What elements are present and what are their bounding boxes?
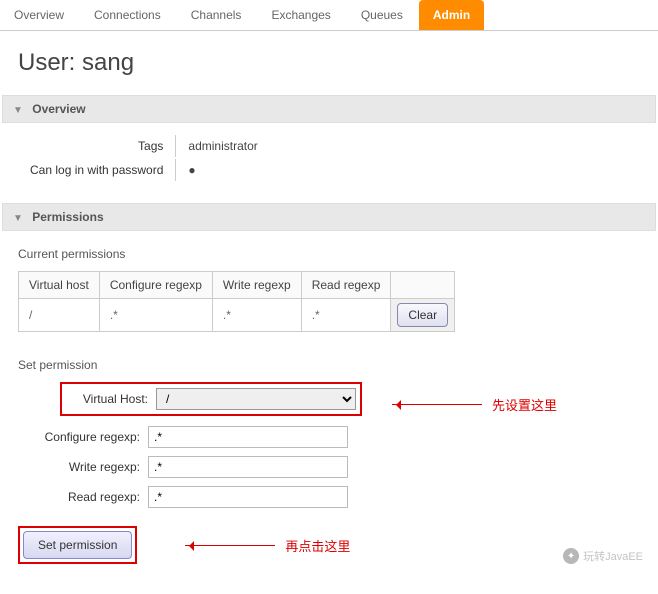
arrow-icon — [185, 545, 275, 546]
overview-info-table: Tags administrator Can log in with passw… — [18, 133, 270, 183]
configure-label: Configure regexp: — [18, 430, 148, 444]
write-input[interactable] — [148, 456, 348, 478]
table-row: / .* .* .* Clear — [19, 299, 455, 332]
cell-read: .* — [301, 299, 391, 332]
col-write: Write regexp — [212, 272, 301, 299]
chevron-down-icon: ▼ — [13, 213, 23, 224]
tab-admin[interactable]: Admin — [419, 0, 484, 30]
section-permissions-header[interactable]: ▼ Permissions — [2, 203, 656, 231]
col-read: Read regexp — [301, 272, 391, 299]
tab-connections[interactable]: Connections — [80, 0, 175, 30]
annotation-first: 先设置这里 — [392, 395, 557, 414]
vhost-label: Virtual Host: — [66, 392, 156, 406]
main-tabs: Overview Connections Channels Exchanges … — [0, 0, 658, 31]
section-overview-header[interactable]: ▼ Overview — [2, 95, 656, 123]
vhost-select[interactable]: / — [156, 388, 356, 410]
watermark: ✦ 玩转JavaEE — [563, 548, 643, 564]
configure-input[interactable] — [148, 426, 348, 448]
set-button-highlight-box: Set permission — [18, 526, 137, 564]
col-actions — [391, 272, 455, 299]
current-permissions-heading: Current permissions — [0, 241, 658, 271]
tab-channels[interactable]: Channels — [177, 0, 256, 30]
set-permission-button[interactable]: Set permission — [23, 531, 132, 559]
cell-vhost: / — [19, 299, 100, 332]
vhost-highlight-box: Virtual Host: / — [60, 382, 362, 416]
tab-queues[interactable]: Queues — [347, 0, 417, 30]
chevron-down-icon: ▼ — [13, 105, 23, 116]
tab-overview[interactable]: Overview — [0, 0, 78, 30]
tags-label: Tags — [20, 135, 173, 157]
col-vhost: Virtual host — [19, 272, 100, 299]
login-label: Can log in with password — [20, 159, 173, 181]
cell-configure: .* — [99, 299, 212, 332]
login-value: ● — [175, 159, 267, 181]
tab-exchanges[interactable]: Exchanges — [257, 0, 344, 30]
page-title: User: sang — [0, 31, 658, 95]
tags-value: administrator — [175, 135, 267, 157]
arrow-icon — [392, 404, 482, 405]
read-input[interactable] — [148, 486, 348, 508]
wechat-icon: ✦ — [563, 548, 579, 564]
clear-button[interactable]: Clear — [397, 303, 448, 327]
col-configure: Configure regexp — [99, 272, 212, 299]
set-permission-heading: Set permission — [0, 352, 658, 382]
cell-write: .* — [212, 299, 301, 332]
permissions-table: Virtual host Configure regexp Write rege… — [18, 271, 455, 332]
write-label: Write regexp: — [18, 460, 148, 474]
read-label: Read regexp: — [18, 490, 148, 504]
